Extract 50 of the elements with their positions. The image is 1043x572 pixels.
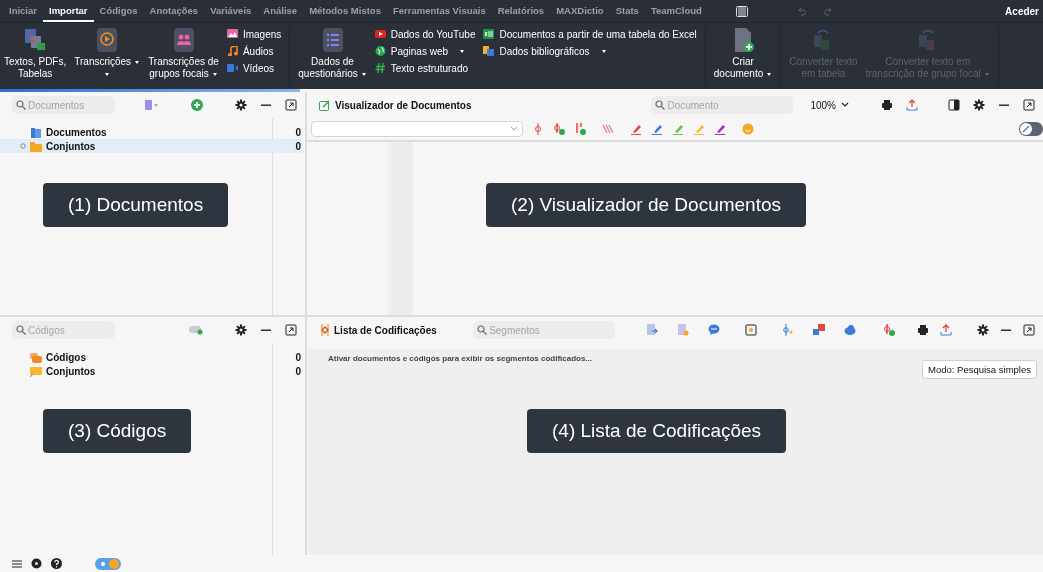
menu-tab[interactable]: Variáveis	[204, 0, 258, 22]
ribbon-button[interactable]: Transcrições	[70, 23, 145, 89]
item-count: 0	[294, 140, 301, 152]
search-field[interactable]: Documento	[651, 96, 794, 114]
menu-tab[interactable]: Iniciar	[3, 0, 43, 22]
ribbon-button[interactable]: Dados bibliográficos	[483, 44, 697, 58]
tree-row[interactable]: Códigos 0	[0, 350, 301, 364]
ribbon-button[interactable]: Criar documento	[709, 23, 777, 89]
zoom-dropdown[interactable]: 100%	[810, 99, 849, 111]
tree-item-label: Conjuntos	[46, 140, 96, 152]
ribbon-button[interactable]: Vídeos	[226, 61, 282, 75]
menu-tab[interactable]: Análise	[257, 0, 304, 22]
callout-label: (4) Lista de Codificações	[527, 409, 787, 453]
callout-label: (2) Visualizador de Documentos	[486, 183, 806, 227]
tree-row[interactable]: Documentos 0	[0, 125, 301, 139]
ribbon-button[interactable]: Transcrições de grupos focais	[144, 23, 223, 89]
panel-title: Visualizador de Documentos	[335, 99, 472, 111]
panel-title: Lista de Codificações	[334, 324, 437, 336]
callout-label: (3) Códigos	[43, 409, 192, 453]
sign-in-link[interactable]: Aceder	[1005, 5, 1043, 17]
tree-item-label: Conjuntos	[46, 365, 96, 377]
search-field[interactable]: Documentos	[12, 96, 115, 114]
menu-tab[interactable]: Ferramentas Visuais	[386, 0, 492, 22]
ribbon-button[interactable]: Paginas web	[374, 44, 476, 58]
menu-tab[interactable]: Anotações	[143, 0, 205, 22]
ribbon-button[interactable]: Imagens	[226, 27, 282, 41]
tree-row[interactable]: Conjuntos 0	[0, 364, 301, 378]
callout-label: (1) Documentos	[43, 183, 229, 227]
menu-tab[interactable]: MAXDictio	[550, 0, 610, 22]
search-field[interactable]: Códigos	[12, 321, 115, 339]
item-count: 0	[294, 351, 301, 363]
menu-tab[interactable]: Stats	[609, 0, 645, 22]
menu-tab[interactable]: Relatórios	[491, 0, 551, 22]
ribbon-button[interactable]: Áudios	[226, 44, 282, 58]
ribbon-button[interactable]: Texto estruturado	[374, 61, 476, 75]
item-count: 0	[294, 126, 301, 138]
menu-tab[interactable]: Códigos	[93, 0, 144, 22]
ribbon-button[interactable]: Dados de questionários	[294, 23, 371, 89]
menu-tab[interactable]: TeamCloud	[644, 0, 708, 22]
search-mode-button[interactable]: Modo: Pesquisa simples	[922, 360, 1037, 379]
ribbon-button[interactable]: Textos, PDFs, Tabelas	[0, 23, 71, 89]
ribbon-button[interactable]: Dados do YouTube	[374, 27, 476, 41]
tree-item-label: Códigos	[46, 351, 86, 363]
empty-message: Ativar documentos e códigos para exibir os segmentos codificados...	[328, 354, 593, 363]
ribbon-button[interactable]: Documentos a partir de uma tabela do Excel	[483, 27, 697, 41]
search-field[interactable]: Segmentos	[473, 321, 616, 339]
menu-tab[interactable]: Métodos Mistos	[303, 0, 387, 22]
item-count: 0	[294, 365, 301, 377]
tree-item-label: Documentos	[46, 126, 107, 138]
tree-row[interactable]: Conjuntos 0	[0, 139, 301, 153]
